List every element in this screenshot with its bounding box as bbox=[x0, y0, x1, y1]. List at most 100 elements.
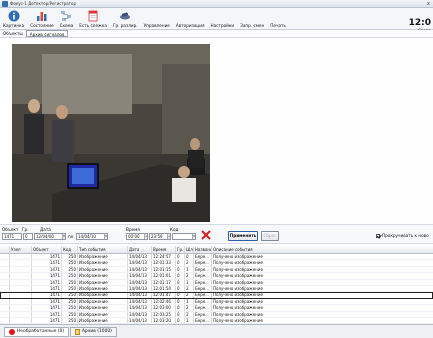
table-cell: 0 bbox=[176, 254, 185, 260]
table-cell: 14/04/13 bbox=[128, 292, 152, 298]
events-table: Узел Объект Код Тип события Дата Время Гр. Шл. Н… bbox=[0, 246, 433, 325]
main-toolbar: Картинка Состояние Схема Есть слежка Гр.… bbox=[0, 8, 433, 33]
table-cell: 0 bbox=[185, 254, 194, 260]
group-input[interactable]: 0 bbox=[23, 233, 33, 240]
table-cell: Получено изображение bbox=[213, 279, 263, 285]
tab-unprocessed[interactable]: Необработанные (0) bbox=[4, 326, 70, 337]
camera-frame-illustration bbox=[12, 44, 210, 222]
toolbar-status-button[interactable]: Состояние bbox=[27, 8, 56, 30]
tab-archive[interactable]: Архив (1000) bbox=[70, 326, 117, 337]
table-cell: 12:01:15 bbox=[152, 266, 176, 273]
column-header[interactable]: Время bbox=[152, 246, 176, 253]
table-cell: Бере... bbox=[194, 285, 212, 292]
tab-objects[interactable]: Объекты bbox=[0, 30, 26, 37]
column-header[interactable]: Названи bbox=[194, 246, 212, 253]
apply-button[interactable]: Применить bbox=[228, 231, 258, 241]
table-cell: Изображение bbox=[78, 317, 128, 324]
table-cell: Изображение bbox=[78, 260, 128, 266]
table-cell: 2 bbox=[185, 285, 194, 292]
table-cell: 14/04/13 bbox=[128, 298, 152, 305]
toolbar-tracking-button[interactable]: Есть слежка bbox=[76, 8, 110, 30]
column-header[interactable]: Гр. bbox=[176, 246, 185, 253]
code-label: Код bbox=[170, 227, 179, 232]
column-header[interactable]: Тип события bbox=[78, 246, 128, 253]
table-cell: Получено изображение bbox=[213, 292, 263, 298]
table-cell: Получено изображение bbox=[213, 260, 263, 266]
title-bar: Фокус-1 Детектор/Регистратор x bbox=[0, 0, 433, 8]
column-header[interactable]: Описание события bbox=[212, 246, 433, 253]
close-icon[interactable]: x bbox=[427, 1, 430, 7]
column-header[interactable]: Объект bbox=[32, 246, 62, 253]
table-cell: 14/04/13 bbox=[128, 317, 152, 324]
table-cell: 1471 bbox=[32, 279, 62, 285]
camera-icon bbox=[120, 12, 131, 20]
code-dropdown-icon[interactable]: ▾ bbox=[192, 234, 195, 239]
table-cell: 12:03:20 bbox=[152, 317, 176, 324]
table-cell: Бере... bbox=[194, 279, 212, 285]
date-to-dropdown-icon[interactable]: ▾ bbox=[104, 234, 107, 239]
column-header[interactable] bbox=[0, 246, 10, 253]
table-cell: Бере... bbox=[194, 254, 212, 260]
column-header[interactable]: Шл. bbox=[185, 246, 194, 253]
autoscroll-checkbox[interactable]: Прокручивать к ново bbox=[376, 233, 429, 238]
toolbar-print-button[interactable]: Печать bbox=[267, 8, 289, 30]
table-cell: 12:01:54 bbox=[152, 285, 176, 292]
table-cell bbox=[10, 285, 32, 292]
table-cell: Получено изображение bbox=[213, 311, 263, 317]
chart-icon bbox=[36, 12, 47, 21]
table-cell: 12:01:01 bbox=[152, 273, 176, 279]
toolbar-scheme-button[interactable]: Схема bbox=[57, 8, 77, 30]
table-cell: 2 bbox=[185, 311, 194, 317]
toolbar-picture-button[interactable]: Картинка bbox=[0, 8, 27, 30]
tab-signal-archive[interactable]: Архив сигналов bbox=[25, 30, 69, 37]
object-input[interactable]: 1471 bbox=[2, 233, 22, 240]
column-header[interactable]: Дата bbox=[128, 246, 152, 253]
table-cell: Получено изображение bbox=[213, 254, 263, 259]
filter-bar: Объект Гр. Дата Время Код 1471 0 12/04/0… bbox=[0, 224, 433, 244]
code-input[interactable]: ▾ bbox=[172, 233, 196, 240]
table-cell bbox=[10, 317, 32, 324]
clear-filter-icon[interactable] bbox=[200, 229, 212, 241]
table-cell: Бере... bbox=[194, 298, 212, 305]
table-cell bbox=[0, 279, 10, 285]
table-cell: Бере... bbox=[194, 266, 212, 273]
time-to-input[interactable]: 23:59 ÷ bbox=[149, 233, 171, 240]
toolbar-control-button[interactable]: Управление bbox=[141, 8, 173, 30]
table-cell: 2 bbox=[185, 260, 194, 266]
date-from-picker[interactable]: 12/04/00 ▾ bbox=[34, 233, 66, 240]
table-cell: 0 bbox=[176, 305, 185, 311]
view-tabs: Объекты Архив сигналов bbox=[0, 30, 433, 38]
time-to-spin-icon[interactable]: ÷ bbox=[167, 234, 170, 239]
table-cell: 0 bbox=[176, 279, 185, 285]
table-cell: 1 bbox=[185, 298, 194, 305]
toolbar-shift-button[interactable]: Запр. смен bbox=[237, 8, 267, 30]
table-cell: 0 bbox=[176, 260, 185, 266]
toolbar-settings-button[interactable]: Настройки bbox=[208, 8, 238, 30]
table-cell: 2 bbox=[185, 273, 194, 279]
date-to-picker[interactable]: 14/04/10 ▾ bbox=[76, 233, 108, 240]
table-cell: 1471 bbox=[32, 298, 62, 305]
reset-button[interactable]: Сброс bbox=[261, 231, 279, 241]
table-cell: 2 bbox=[185, 305, 194, 311]
table-cell: 1 bbox=[185, 279, 194, 285]
toolbar-authorization-button[interactable]: Авторизация bbox=[173, 8, 208, 30]
time-from-spin-icon[interactable]: ÷ bbox=[144, 234, 147, 239]
table-cell: 0 bbox=[176, 266, 185, 273]
column-header[interactable]: Код bbox=[62, 246, 78, 253]
column-header[interactable]: Узел bbox=[10, 246, 32, 253]
table-cell bbox=[0, 317, 10, 324]
camera-image bbox=[12, 44, 210, 222]
table-cell: 12:02:46 bbox=[152, 298, 176, 305]
checkbox-checked-icon[interactable] bbox=[376, 233, 380, 238]
table-cell bbox=[10, 305, 32, 311]
toolbar-group-button[interactable]: Гр. разлир. bbox=[110, 8, 141, 30]
table-cell: 14/04/13 bbox=[128, 305, 152, 311]
table-cell: 14/04/13 bbox=[128, 311, 152, 317]
date-from-dropdown-icon[interactable]: ▾ bbox=[62, 234, 65, 239]
table-cell: 1471 bbox=[32, 305, 62, 311]
table-cell: 0 bbox=[176, 285, 185, 292]
table-cell: 12:03:25 bbox=[152, 311, 176, 317]
table-cell: 0 bbox=[176, 298, 185, 305]
table-cell: Изображение bbox=[78, 266, 128, 273]
time-from-input[interactable]: 00:00 ÷ bbox=[126, 233, 148, 240]
